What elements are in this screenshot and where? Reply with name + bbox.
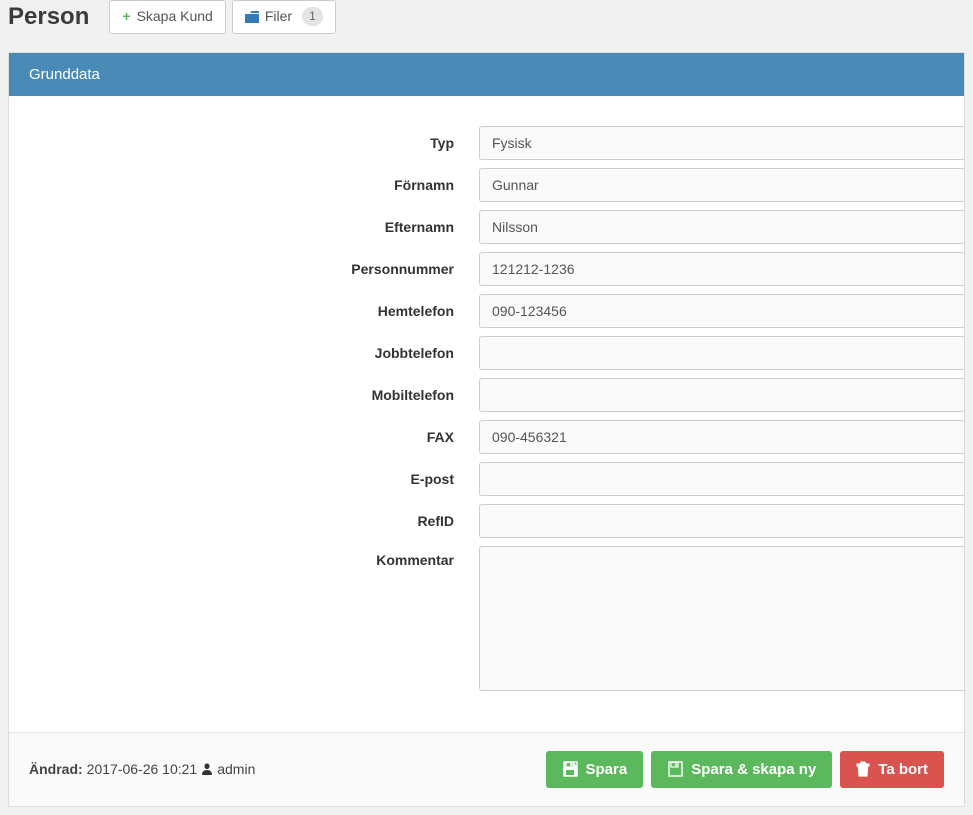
trash-icon <box>856 761 870 777</box>
refid-input[interactable] <box>479 504 964 538</box>
typ-label: Typ <box>9 135 479 151</box>
save-button[interactable]: Spara <box>546 751 644 788</box>
header-buttons: + Skapa Kund Filer 1 <box>109 0 335 34</box>
kommentar-input[interactable] <box>479 546 964 691</box>
fax-input[interactable] <box>479 420 964 454</box>
refid-label: RefID <box>9 513 479 529</box>
user-icon <box>201 763 213 775</box>
grunddata-panel: Grunddata Typ Förnamn Efternamn Personnu… <box>8 52 965 807</box>
mobiltelefon-label: Mobiltelefon <box>9 387 479 403</box>
changed-value: 2017-06-26 10:21 <box>87 761 198 777</box>
epost-label: E-post <box>9 471 479 487</box>
personnummer-input[interactable] <box>479 252 964 286</box>
files-button[interactable]: Filer 1 <box>232 0 336 34</box>
fornamn-label: Förnamn <box>9 177 479 193</box>
files-count-badge: 1 <box>302 7 323 26</box>
efternamn-label: Efternamn <box>9 219 479 235</box>
form-body: Typ Förnamn Efternamn Personnummer Hemte… <box>9 96 964 732</box>
fax-label: FAX <box>9 429 479 445</box>
folder-icon <box>245 11 259 23</box>
jobbtelefon-input[interactable] <box>479 336 964 370</box>
panel-title: Grunddata <box>9 53 964 96</box>
fornamn-input[interactable] <box>479 168 964 202</box>
page-title: Person <box>8 3 89 31</box>
plus-icon: + <box>122 7 130 27</box>
kommentar-label: Kommentar <box>9 546 479 568</box>
typ-input[interactable] <box>479 126 964 160</box>
create-customer-label: Skapa Kund <box>137 7 213 27</box>
action-buttons: Spara Spara & skapa ny Ta bort <box>546 751 944 788</box>
personnummer-label: Personnummer <box>9 261 479 277</box>
mobiltelefon-input[interactable] <box>479 378 964 412</box>
changed-meta: Ändrad: 2017-06-26 10:21 admin <box>29 761 255 777</box>
save-icon <box>667 761 683 777</box>
panel-footer: Ändrad: 2017-06-26 10:21 admin Spara <box>9 732 964 806</box>
save-and-new-button[interactable]: Spara & skapa ny <box>651 751 832 788</box>
hemtelefon-input[interactable] <box>479 294 964 328</box>
epost-input[interactable] <box>479 462 964 496</box>
save-label: Spara <box>586 761 628 778</box>
changed-user: admin <box>217 761 255 777</box>
delete-label: Ta bort <box>878 761 928 778</box>
save-icon <box>562 761 578 777</box>
efternamn-input[interactable] <box>479 210 964 244</box>
create-customer-button[interactable]: + Skapa Kund <box>109 0 225 34</box>
changed-label: Ändrad: <box>29 761 83 777</box>
files-label: Filer <box>265 7 292 27</box>
delete-button[interactable]: Ta bort <box>840 751 944 788</box>
save-new-label: Spara & skapa ny <box>691 761 816 778</box>
jobbtelefon-label: Jobbtelefon <box>9 345 479 361</box>
hemtelefon-label: Hemtelefon <box>9 303 479 319</box>
page-header: Person + Skapa Kund Filer 1 <box>0 0 973 44</box>
